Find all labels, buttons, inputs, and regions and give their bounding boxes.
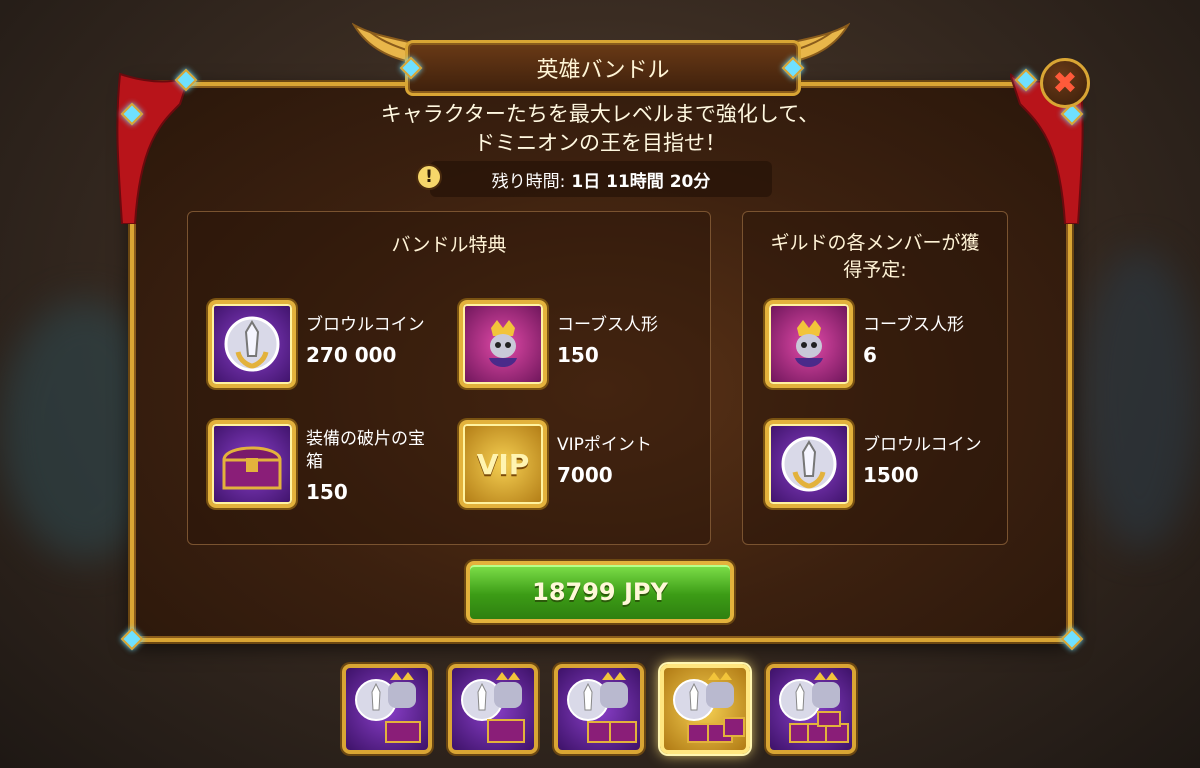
- bundle-panel-title: バンドル特典: [391, 234, 507, 256]
- reward-item: コーブス人形 150: [459, 300, 658, 388]
- reward-value: 150: [306, 480, 348, 504]
- purchase-price: 18799 JPY: [532, 578, 668, 606]
- reward-name: 箱: [306, 452, 323, 472]
- bundle-tier-4-icon: [673, 672, 745, 743]
- dialog-title: 英雄バンドル: [405, 40, 801, 96]
- vip-icon-text: VIP: [476, 447, 530, 481]
- corvus-doll-icon: [765, 300, 853, 388]
- reward-value: 150: [557, 343, 599, 367]
- subtitle-line: ドミニオンの王を目指せ！: [474, 131, 726, 155]
- exclamation-icon: !: [416, 164, 442, 190]
- timer-label: 残り時間:: [491, 171, 566, 192]
- background-scenery: [1080, 250, 1200, 550]
- reward-item: VIP VIPポイント 7000: [459, 420, 652, 508]
- reward-item: 装備の破片の宝 箱 150: [208, 420, 425, 508]
- bundle-tier-5-icon: [779, 672, 849, 743]
- bundle-tier-tab-3[interactable]: [554, 664, 644, 754]
- guild-reward-item: コーブス人形 6: [765, 300, 964, 388]
- guild-panel-title: ギルドの各メンバーが獲 得予定:: [743, 230, 1007, 284]
- purchase-button[interactable]: 18799 JPY: [466, 561, 734, 623]
- subtitle-line: キャラクターたちを最大レベルまで強化して、: [380, 102, 820, 126]
- reward-value: 6: [863, 343, 877, 367]
- reward-name: ブロウルコイン: [306, 315, 425, 335]
- bundle-tier-3-icon: [567, 672, 637, 743]
- bundle-tier-tab-5[interactable]: [766, 664, 856, 754]
- guild-reward-item: ブロウルコイン 1500: [765, 420, 982, 508]
- corvus-doll-icon: [459, 300, 547, 388]
- guild-rewards-panel: ギルドの各メンバーが獲 得予定: コーブス人形 6 ブロウルコイン 1500: [742, 211, 1008, 545]
- vip-icon: VIP: [459, 420, 547, 508]
- bundle-tier-tab-2[interactable]: [448, 664, 538, 754]
- bundle-tier-2-icon: [461, 672, 525, 743]
- dialog-title-text: 英雄バンドル: [536, 58, 670, 83]
- reward-name: ブロウルコイン: [863, 435, 982, 455]
- equipment-chest-icon: [208, 420, 296, 508]
- guild-title-line: 得予定:: [843, 259, 907, 281]
- brawl-coin-icon: [765, 420, 853, 508]
- time-remaining-bar: 残り時間: 1日 11時間 20分: [430, 161, 772, 197]
- bundle-tier-1-icon: [355, 672, 421, 743]
- reward-name: コーブス人形: [863, 315, 964, 335]
- reward-name: 装備の破片の宝: [306, 429, 425, 449]
- bundle-tier-tab-1[interactable]: [342, 664, 432, 754]
- close-icon: ✖: [1052, 65, 1078, 101]
- bundle-rewards-panel: バンドル特典 ブロウルコイン 270 000 コーブス人形 150 装備の破片の…: [187, 211, 711, 545]
- dialog-subtitle: キャラクターたちを最大レベルまで強化して、 ドミニオンの王を目指せ！: [330, 100, 870, 158]
- brawl-coin-icon: [208, 300, 296, 388]
- bundle-tier-tab-4[interactable]: [660, 664, 750, 754]
- reward-name: コーブス人形: [557, 315, 658, 335]
- reward-value: 270 000: [306, 343, 397, 367]
- left-curtain-ornament: [116, 72, 190, 224]
- timer-value: 1日 11時間 20分: [571, 171, 711, 192]
- reward-value: 7000: [557, 463, 613, 487]
- reward-item: ブロウルコイン 270 000: [208, 300, 425, 388]
- close-button[interactable]: ✖: [1040, 58, 1090, 108]
- reward-value: 1500: [863, 463, 919, 487]
- reward-name: VIPポイント: [557, 435, 652, 455]
- guild-title-line: ギルドの各メンバーが獲: [770, 232, 980, 254]
